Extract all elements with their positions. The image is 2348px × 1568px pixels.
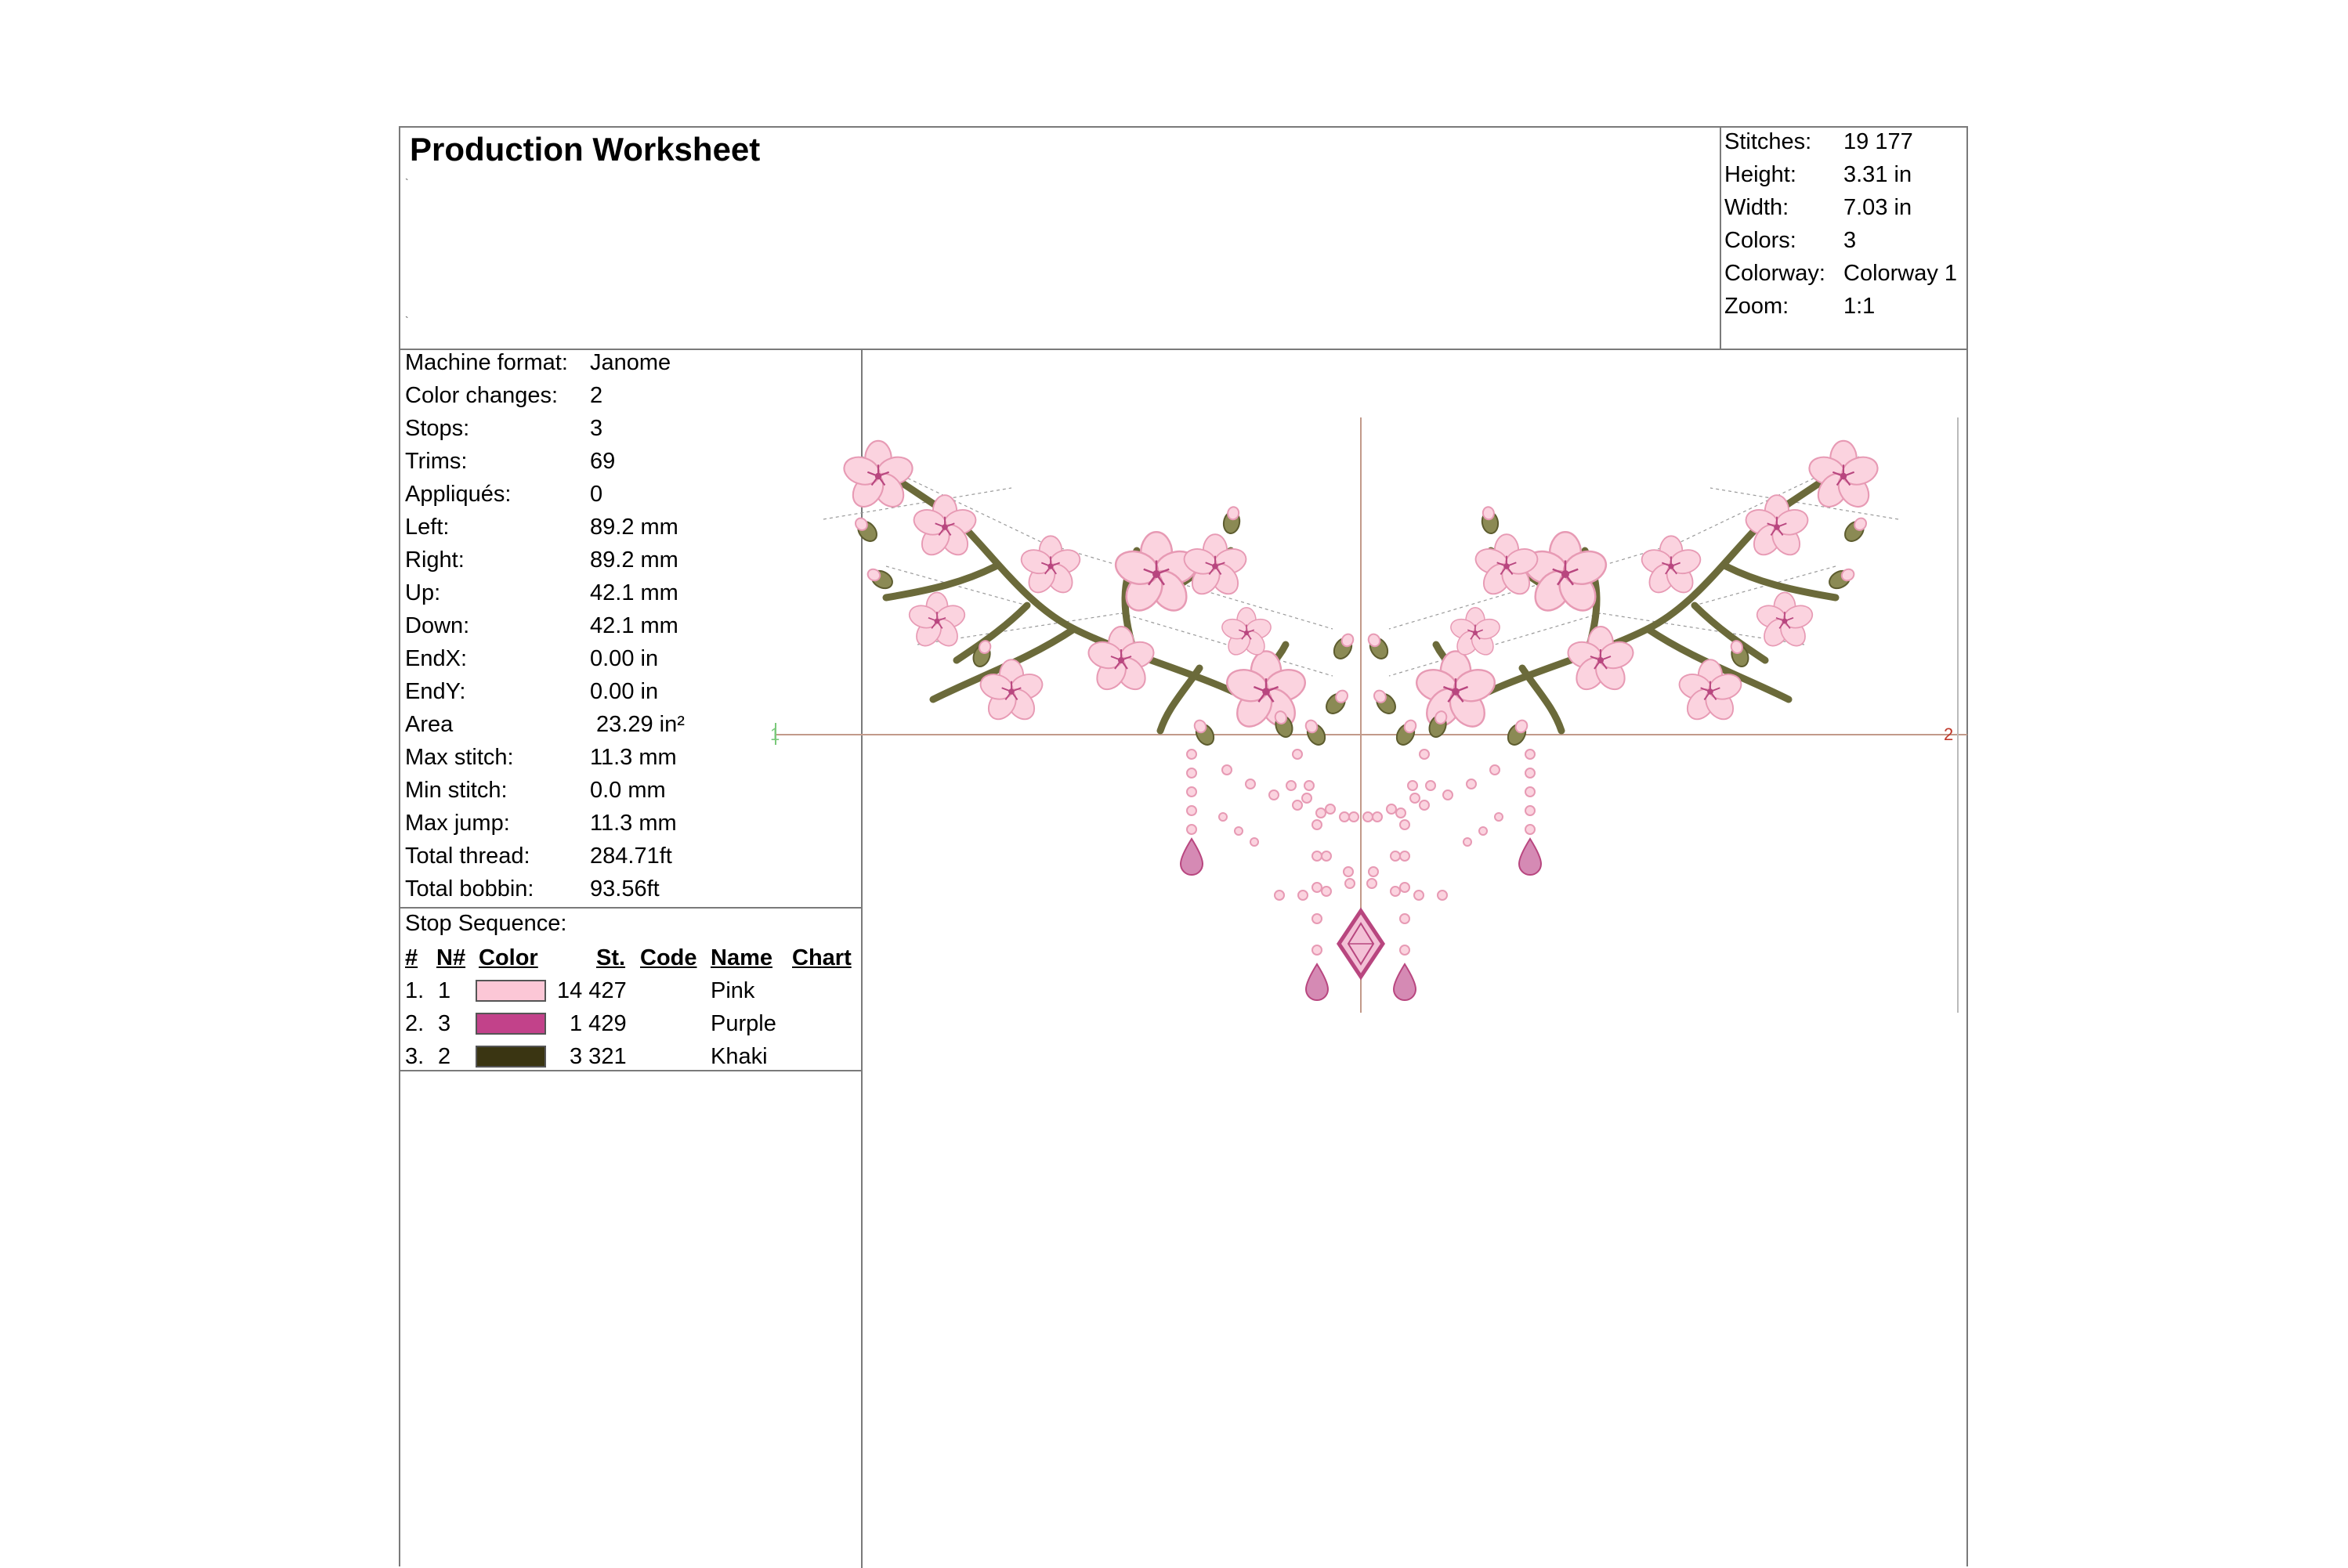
axis-mark-left: 1 [770, 724, 780, 744]
production-worksheet: Production Worksheet ` ` Stitches: 19 17… [399, 126, 1968, 1568]
design-right-half [823, 441, 1447, 1000]
embroidery-design-preview: 2 1 [770, 417, 1967, 1013]
design-left-half [1275, 441, 1898, 1000]
axis-mark-right: 2 [1944, 724, 1953, 744]
center-pendant [1336, 907, 1386, 981]
